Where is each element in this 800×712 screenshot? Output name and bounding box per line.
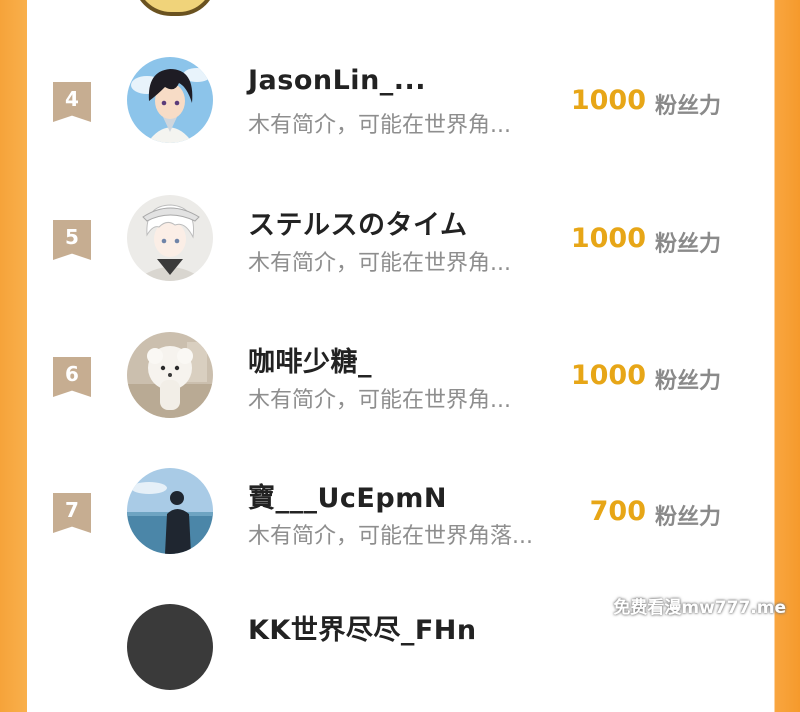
ranking-row[interactable]: 6 咖啡少糖_ 木有简介，可能在世界角... 1000 粉丝力	[27, 310, 774, 440]
watermark-text: 免费看漫mw777.me	[613, 598, 786, 618]
fans-label: 粉丝力	[655, 232, 722, 257]
rank-badge: 5	[53, 220, 91, 260]
rank-badge: 4	[53, 82, 91, 122]
fans-count: 1000	[570, 360, 646, 391]
user-name[interactable]: 咖啡少糖_	[248, 340, 372, 379]
dark-avatar-icon[interactable]	[127, 604, 213, 690]
ranking-row[interactable]: 5 ステルスのタイム 木有简介，可能在世界角... 1000 粉丝力	[27, 173, 774, 303]
user-name[interactable]: ステルスのタイム	[248, 203, 467, 242]
user-name[interactable]: KK世界尽尽_FHn	[248, 608, 477, 647]
ranking-row[interactable]: 4 JasonLin_... 木有简介，可能在世界角... 1000 粉丝力	[27, 35, 774, 165]
anime-boy-avatar-icon[interactable]	[127, 57, 213, 143]
user-name[interactable]: 寶___UcEpmN	[248, 476, 447, 515]
white-hair-anime-avatar-icon[interactable]	[127, 195, 213, 281]
previous-avatar-edge	[133, 0, 217, 16]
fans-label: 粉丝力	[655, 94, 722, 119]
fans-count: 1000	[570, 85, 646, 116]
user-bio: 木有简介，可能在世界角落...	[248, 524, 533, 549]
user-bio: 木有简介，可能在世界角...	[248, 388, 511, 413]
ranking-row[interactable]: 7 寶___UcEpmN 木有简介，可能在世界角落... 700 粉丝力	[27, 446, 774, 576]
seaside-silhouette-avatar-icon[interactable]	[127, 468, 213, 554]
fans-label: 粉丝力	[655, 369, 722, 394]
ranking-panel: 4 JasonLin_... 木有简介，可能在世界角... 1000 粉丝力 5	[27, 0, 774, 690]
fluffy-dog-avatar-icon[interactable]	[127, 332, 213, 418]
rank-badge: 7	[53, 493, 91, 533]
user-bio: 木有简介，可能在世界角...	[248, 113, 511, 138]
fans-count: 700	[589, 496, 646, 527]
user-bio: 木有简介，可能在世界角...	[248, 251, 511, 276]
fans-count: 1000	[570, 223, 646, 254]
user-name[interactable]: JasonLin_...	[248, 65, 426, 96]
rank-badge: 6	[53, 357, 91, 397]
fans-label: 粉丝力	[655, 505, 722, 530]
